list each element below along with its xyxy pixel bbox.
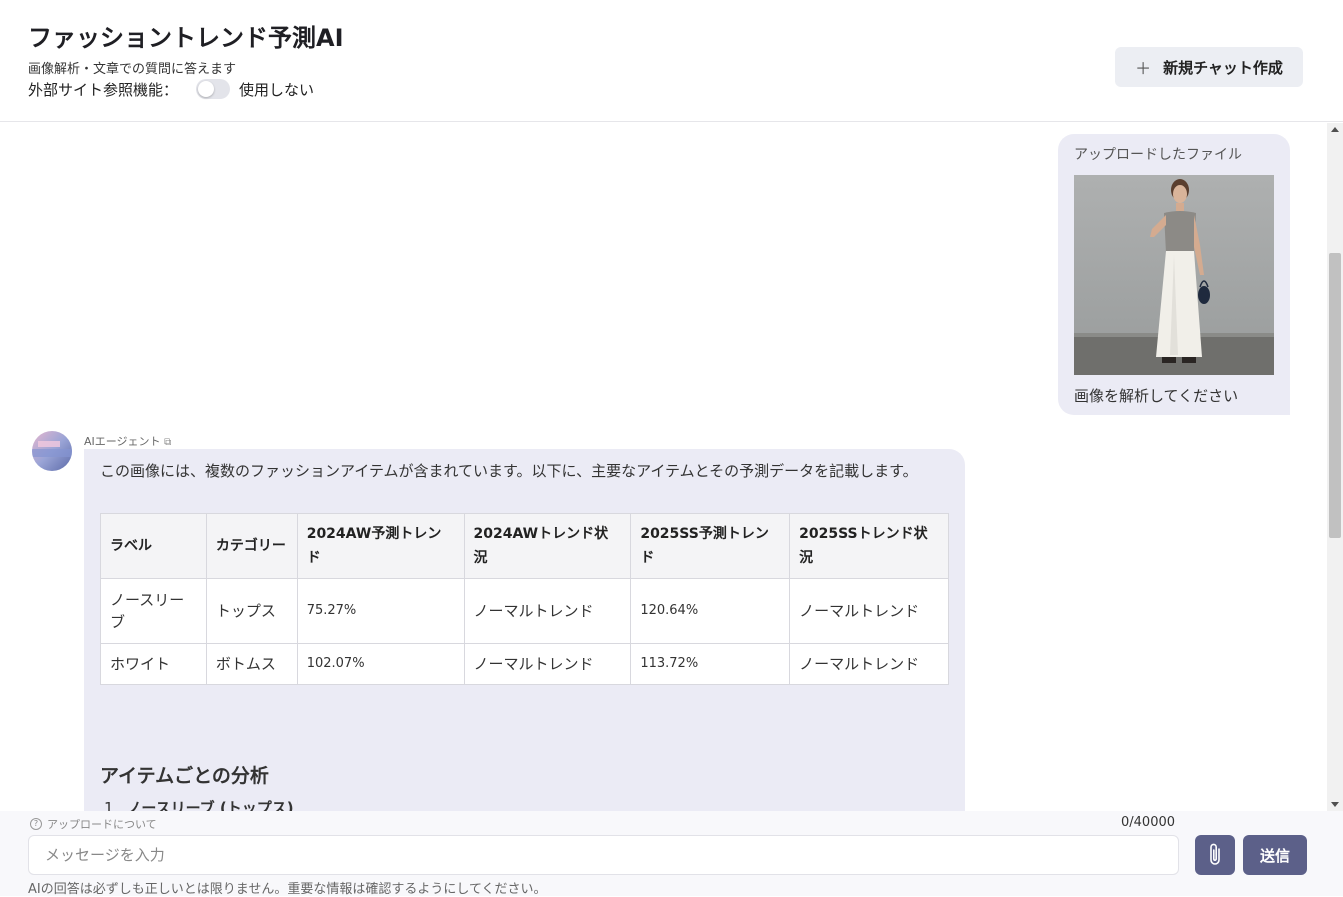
char-counter: 0/40000 bbox=[1121, 815, 1176, 830]
uploaded-file-label: アップロードしたファイル bbox=[1074, 147, 1242, 163]
uploaded-photo-illustration bbox=[1074, 175, 1274, 375]
external-site-state: 使用しない bbox=[239, 80, 315, 99]
table-cell: ノーマルトレンド bbox=[463, 643, 632, 685]
table-cell: 113.72% bbox=[630, 643, 791, 685]
upload-help-label: アップロードについて bbox=[47, 818, 157, 831]
external-site-toggle[interactable] bbox=[196, 79, 231, 99]
table-row: ホワイト ボトムス 102.07% ノーマルトレンド 113.72% ノーマルト… bbox=[100, 643, 949, 685]
new-chat-label: 新規チャット作成 bbox=[1163, 58, 1283, 77]
analysis-heading: アイテムごとの分析 bbox=[100, 765, 269, 787]
analysis-item-title: ノースリーブ (トップス) bbox=[126, 799, 294, 811]
table-header-cell: 2024AW予測トレンド bbox=[296, 513, 465, 579]
ai-sender-name: AIエージェント ⧉ bbox=[84, 433, 171, 449]
user-message-bubble: アップロードしたファイル 画像を解析してください bbox=[1058, 134, 1290, 415]
table-row: ノースリーブ トップス 75.27% ノーマルトレンド 120.64% ノーマル… bbox=[100, 578, 949, 644]
table-cell: ノーマルトレンド bbox=[463, 578, 632, 644]
table-cell: 102.07% bbox=[296, 643, 465, 685]
table-cell: 120.64% bbox=[630, 578, 791, 644]
app-subtitle: 画像解析・文章での質問に答えます bbox=[28, 62, 237, 77]
paperclip-icon bbox=[1210, 843, 1220, 865]
table-cell: ホワイト bbox=[100, 643, 207, 685]
table-header-cell: 2025SSトレンド状況 bbox=[789, 513, 949, 579]
app-title: ファッショントレンド予測AI bbox=[28, 24, 344, 52]
ai-disclaimer: AIの回答は必ずしも正しいとは限りません。重要な情報は確認するようにしてください… bbox=[28, 882, 547, 897]
app-header: ファッショントレンド予測AI 画像解析・文章での質問に答えます 外部サイト参照機… bbox=[0, 0, 1343, 122]
upload-help-link[interactable]: ? アップロードについて bbox=[30, 816, 157, 832]
table-cell: 75.27% bbox=[296, 578, 465, 644]
ai-avatar-image bbox=[32, 431, 72, 471]
ai-intro-text: この画像には、複数のファッションアイテムが含まれています。以下に、主要なアイテム… bbox=[100, 462, 918, 480]
table-cell: ボトムス bbox=[205, 643, 298, 685]
external-site-setting: 外部サイト参照機能： 使用しない bbox=[28, 78, 314, 100]
plus-icon: ＋ bbox=[1135, 59, 1152, 78]
table-header-cell: ラベル bbox=[100, 513, 207, 579]
table-header-cell: カテゴリー bbox=[205, 513, 298, 579]
uploaded-image[interactable] bbox=[1074, 175, 1274, 375]
table-header-cell: 2025SS予測トレンド bbox=[630, 513, 791, 579]
ai-message-bubble: この画像には、複数のファッションアイテムが含まれています。以下に、主要なアイテム… bbox=[84, 449, 965, 811]
ai-sender-label: AIエージェント bbox=[84, 435, 161, 448]
help-circle-icon: ? bbox=[30, 818, 42, 830]
chat-scrollbar[interactable] bbox=[1327, 123, 1343, 811]
table-cell: ノーマルトレンド bbox=[789, 578, 949, 644]
copy-icon[interactable]: ⧉ bbox=[164, 437, 171, 448]
scroll-down-arrow-icon[interactable] bbox=[1331, 802, 1339, 807]
new-chat-button[interactable]: ＋ 新規チャット作成 bbox=[1115, 47, 1303, 87]
send-button[interactable]: 送信 bbox=[1243, 835, 1307, 875]
table-cell: ノースリーブ bbox=[100, 578, 207, 644]
table-header-row: ラベル カテゴリー 2024AW予測トレンド 2024AWトレンド状況 2025… bbox=[100, 513, 949, 579]
external-site-label: 外部サイト参照機能： bbox=[28, 80, 179, 99]
scrollbar-thumb[interactable] bbox=[1329, 253, 1341, 538]
scroll-up-arrow-icon[interactable] bbox=[1331, 127, 1339, 132]
ai-avatar bbox=[32, 431, 72, 471]
attach-file-button[interactable] bbox=[1195, 835, 1235, 875]
message-input[interactable] bbox=[28, 835, 1179, 875]
table-cell: ノーマルトレンド bbox=[789, 643, 949, 685]
toggle-knob bbox=[198, 81, 215, 97]
trend-table: ラベル カテゴリー 2024AW予測トレンド 2024AWトレンド状況 2025… bbox=[100, 513, 949, 685]
chat-area[interactable]: アップロードしたファイル 画像を解析してください AIエージェント ⧉ この画像… bbox=[0, 123, 1327, 811]
analysis-item-number: 1. bbox=[104, 799, 119, 811]
table-cell: トップス bbox=[205, 578, 298, 644]
table-header-cell: 2024AWトレンド状況 bbox=[463, 513, 632, 579]
user-message-text: 画像を解析してください bbox=[1074, 387, 1239, 405]
analysis-list-item: 1. ノースリーブ (トップス) bbox=[104, 797, 294, 811]
composer: ? アップロードについて 0/40000 送信 AIの回答は必ずしも正しいとは限… bbox=[0, 811, 1343, 897]
